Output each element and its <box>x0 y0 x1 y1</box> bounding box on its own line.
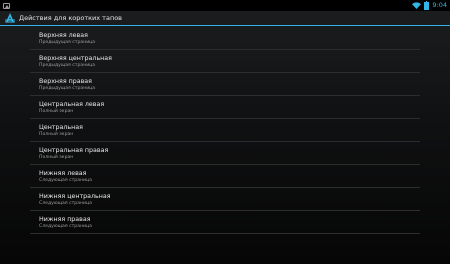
list-item-bottom-center[interactable]: Нижняя центральная Следующая страница <box>30 188 420 211</box>
list-item-summary: Следующая страница <box>39 178 92 183</box>
list-item-summary: Полный экран <box>39 109 74 114</box>
app-logo-icon[interactable] <box>4 12 16 24</box>
list-item-middle-left[interactable]: Центральная левая Полный экран <box>30 96 420 119</box>
list-item-summary: Следующая страница <box>39 224 92 229</box>
list-item-summary: Предыдущая страница <box>39 40 96 45</box>
list-item-top-right[interactable]: Верхняя правая Предыдущая страница <box>30 73 420 96</box>
list-item-title: Верхняя левая <box>39 32 88 39</box>
list-item-summary: Полный экран <box>39 155 74 160</box>
list-item-title: Центральная левая <box>39 101 105 108</box>
list-item-title: Верхняя центральная <box>39 55 112 62</box>
action-bar: Действия для коротких тапов <box>0 11 450 25</box>
list-item-middle-center[interactable]: Центральная Полный экран <box>30 119 420 142</box>
list-item-title: Верхняя правая <box>39 78 92 85</box>
list-item-summary: Предыдущая страница <box>39 86 96 91</box>
status-bar: 9:04 <box>0 0 450 11</box>
battery-icon <box>424 0 430 10</box>
list-item-title: Центральная правая <box>39 147 109 154</box>
list-item-top-left[interactable]: Верхняя левая Предыдущая страница <box>30 27 420 50</box>
tap-actions-list: Верхняя левая Предыдущая страница Верхня… <box>30 27 420 234</box>
action-bar-title: Действия для коротких тапов <box>19 14 123 22</box>
list-item-title: Нижняя левая <box>39 170 87 177</box>
wifi-icon <box>412 2 422 9</box>
image-notification-icon[interactable] <box>3 2 10 9</box>
status-indicators: 9:04 <box>412 0 447 11</box>
action-bar-divider <box>0 25 450 26</box>
list-item-middle-right[interactable]: Центральная правая Полный экран <box>30 142 420 165</box>
status-clock: 9:04 <box>432 1 447 9</box>
list-item-summary: Полный экран <box>39 132 74 137</box>
list-item-title: Центральная <box>39 124 83 131</box>
list-item-summary: Предыдущая страница <box>39 63 96 68</box>
list-item-summary: Следующая страница <box>39 201 92 206</box>
list-item-title: Нижняя правая <box>39 216 91 223</box>
list-item-bottom-left[interactable]: Нижняя левая Следующая страница <box>30 165 420 188</box>
list-item-top-center[interactable]: Верхняя центральная Предыдущая страница <box>30 50 420 73</box>
list-item-bottom-right[interactable]: Нижняя правая Следующая страница <box>30 211 420 234</box>
settings-screen: 9:04 Действия для коротких тапов Верхняя… <box>0 0 450 264</box>
list-item-title: Нижняя центральная <box>39 193 111 200</box>
